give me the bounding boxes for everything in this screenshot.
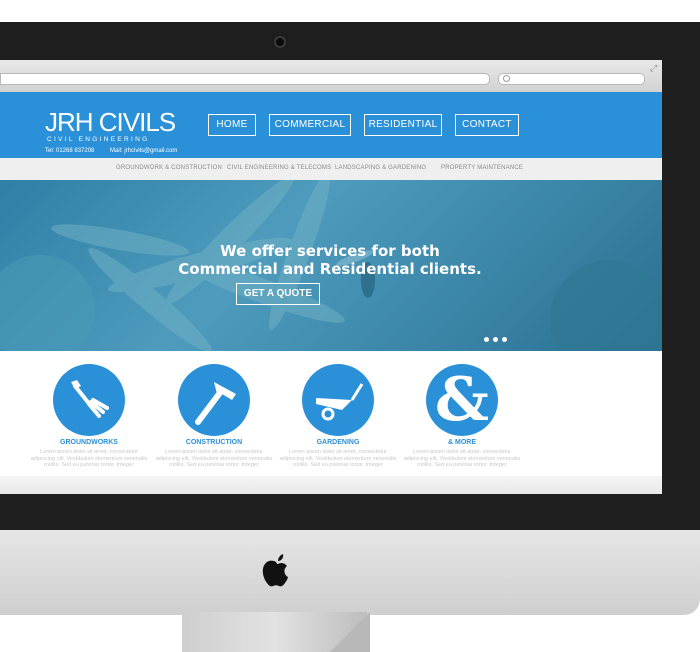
browser-search-input[interactable] (498, 73, 645, 85)
subnav-item-landscaping[interactable]: LANDSCAPING & GARDENING (335, 165, 426, 171)
address-bar[interactable] (0, 73, 490, 85)
hero-heading-line1: We offer services for both (220, 242, 440, 260)
service-text-gardening: Lorem ipsum dolor sit amet, consectetur … (279, 449, 397, 468)
hero-banner: We offer services for both Commercial an… (0, 180, 662, 351)
webcam-icon (274, 36, 286, 48)
site-logo-subtitle: CIVIL ENGINEERING (47, 136, 150, 143)
service-title-construction[interactable]: CONSTRUCTION (154, 439, 274, 446)
service-text-construction: Lorem ipsum dolor sit amet, consectetur … (155, 449, 273, 468)
svg-text:&: & (435, 365, 489, 435)
service-title-more[interactable]: & MORE (402, 439, 522, 446)
apple-logo-icon (262, 554, 288, 587)
wheelbarrow-icon (302, 364, 374, 436)
subnav-item-property-maintenance[interactable]: PROPERTY MAINTENANCE (441, 165, 523, 171)
nav-commercial[interactable]: COMMERCIAL (269, 114, 351, 136)
phone-number: Tel: 01268 837208 (45, 148, 95, 154)
nav-residential[interactable]: RESIDENTIAL (364, 114, 442, 136)
hammer-icon (178, 364, 250, 436)
ampersand-icon: & (426, 364, 498, 436)
search-icon (503, 75, 510, 82)
monitor-chin (0, 530, 700, 615)
browser-toolbar: ⤢ (0, 60, 662, 93)
subnav-item-groundwork[interactable]: GROUNDWORK & CONSTRUCTION (116, 165, 222, 171)
service-text-groundworks: Lorem ipsum dolor sit amet, consectetur … (30, 449, 148, 468)
slide-dot-3[interactable] (502, 337, 507, 342)
slide-dot-1[interactable] (484, 337, 489, 342)
browser-screen: ⤢ JRH CIVILS CIVIL ENGINEERING Tel: 0126… (0, 60, 662, 494)
slide-dot-2[interactable] (493, 337, 498, 342)
site-header: JRH CIVILS CIVIL ENGINEERING Tel: 01268 … (0, 92, 662, 158)
nav-contact[interactable]: CONTACT (455, 114, 519, 136)
email-address[interactable]: Mail: jrhcivils@gmail.com (110, 148, 177, 154)
fullscreen-icon[interactable]: ⤢ (650, 63, 657, 74)
service-text-more: Lorem ipsum dolor sit amet, consectetur … (403, 449, 521, 468)
site-logo[interactable]: JRH CIVILS (45, 107, 176, 138)
subnav-item-civil-engineering[interactable]: CIVIL ENGINEERING & TELECOMS (227, 165, 331, 171)
get-a-quote-button[interactable]: GET A QUOTE (236, 283, 320, 305)
service-title-gardening[interactable]: GARDENING (278, 439, 398, 446)
nav-home[interactable]: HOME (208, 114, 256, 136)
service-title-groundworks[interactable]: GROUNDWORKS (29, 439, 149, 446)
sub-navigation: GROUNDWORK & CONSTRUCTION CIVIL ENGINEER… (0, 158, 662, 181)
fork-icon (53, 364, 125, 436)
page-fade-footer (0, 476, 662, 494)
hero-heading-line2: Commercial and Residential clients. (178, 260, 482, 278)
